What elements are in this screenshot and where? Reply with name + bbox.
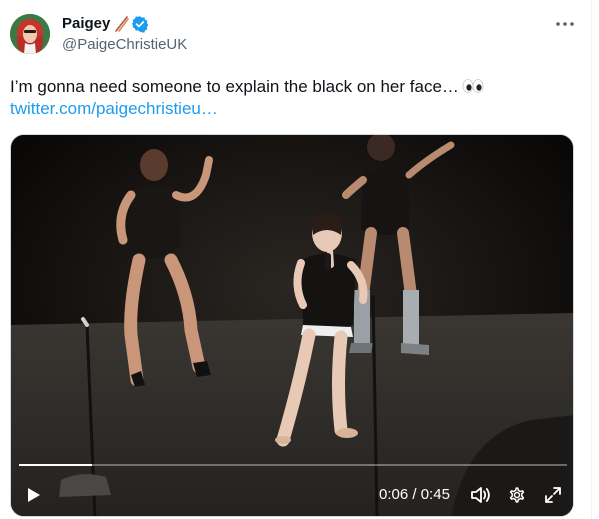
verified-badge-icon[interactable]	[131, 15, 149, 33]
video-frame	[11, 135, 573, 516]
column-divider	[591, 0, 592, 519]
volume-icon	[471, 487, 490, 503]
volume-button[interactable]	[467, 481, 495, 509]
user-handle[interactable]: @PaigeChristieUK	[62, 36, 187, 53]
avatar[interactable]	[10, 14, 50, 54]
avatar-image	[10, 14, 50, 54]
tweet-link[interactable]: twitter.com/paigechristieu…	[10, 98, 218, 120]
more-options-button[interactable]	[550, 12, 580, 36]
progress-bar[interactable]	[19, 464, 567, 466]
fullscreen-icon	[545, 487, 561, 503]
video-controls: 0:06 / 0:45	[11, 473, 573, 516]
settings-button[interactable]	[503, 481, 531, 509]
more-horizontal-icon	[556, 22, 574, 26]
fullscreen-button[interactable]	[539, 481, 567, 509]
progress-bar-fill	[19, 464, 92, 466]
play-icon	[28, 488, 40, 502]
display-name[interactable]: Paigey	[62, 15, 110, 32]
name-row: Paigey	[62, 14, 187, 33]
chopsticks-emoji-icon	[113, 15, 130, 32]
settings-gear-icon	[509, 487, 525, 503]
video-player[interactable]: 0:06 / 0:45	[10, 134, 574, 517]
video-time: 0:06 / 0:45	[379, 486, 450, 503]
tweet-header: Paigey @PaigeChristieUK	[62, 14, 187, 53]
current-time: 0:06	[379, 486, 409, 503]
play-button[interactable]	[19, 481, 47, 509]
eyes-emoji-icon	[462, 77, 484, 93]
time-separator: /	[408, 486, 421, 503]
tweet-text-content: I’m gonna need someone to explain the bl…	[10, 77, 459, 96]
duration: 0:45	[420, 486, 450, 503]
tweet-text: I’m gonna need someone to explain the bl…	[10, 76, 570, 98]
